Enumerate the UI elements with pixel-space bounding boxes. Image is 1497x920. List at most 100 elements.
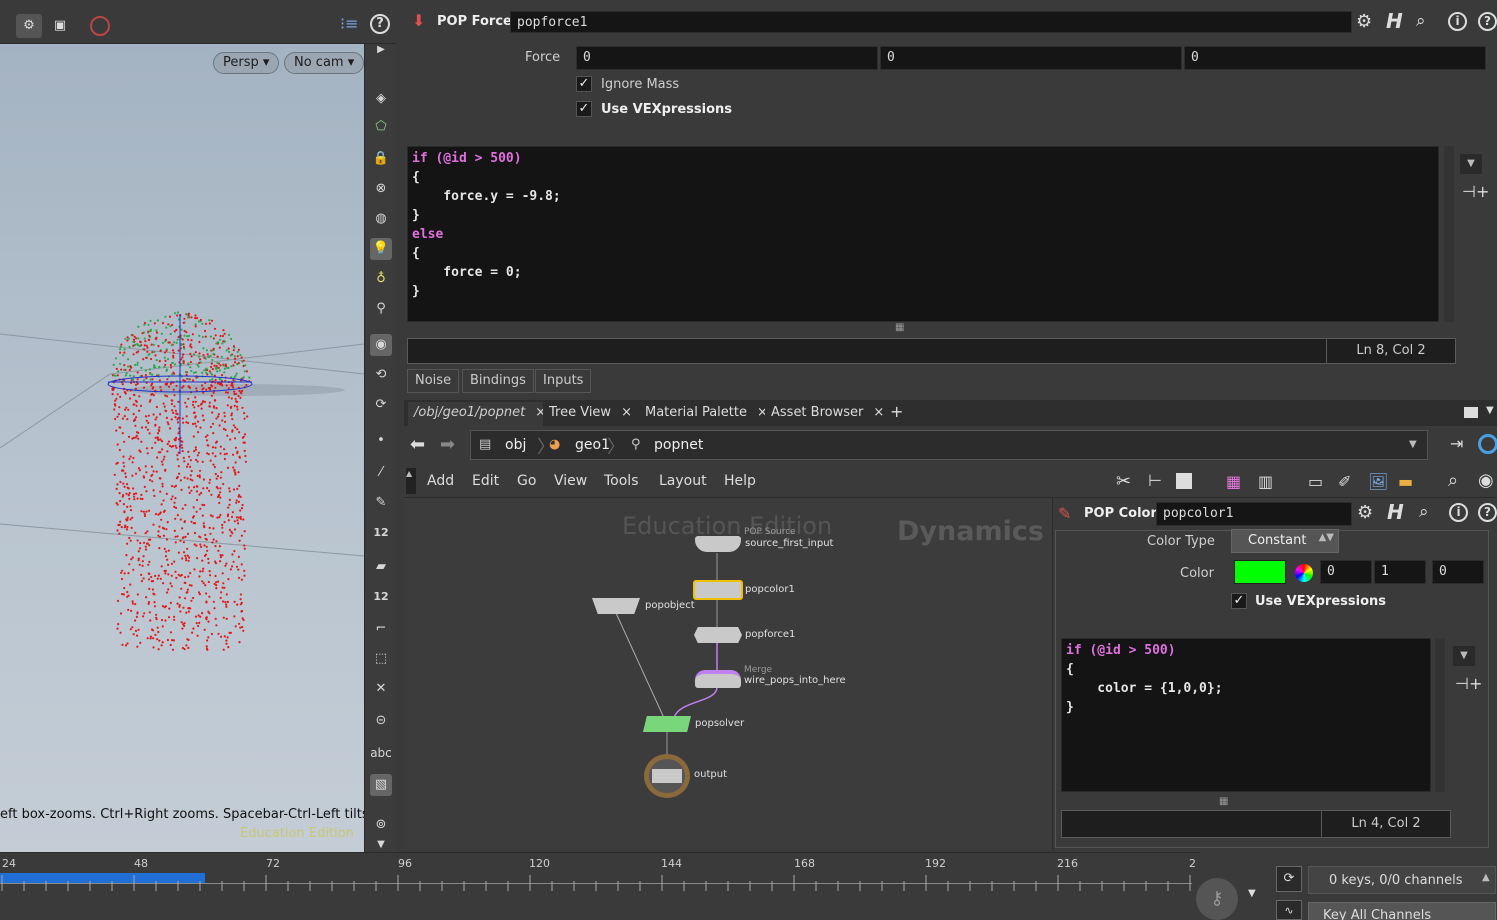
add-spare-parm-icon[interactable]: ⊣+ bbox=[1455, 674, 1482, 693]
point-numbers-icon[interactable]: 12 bbox=[370, 522, 392, 544]
help-icon[interactable]: ? bbox=[370, 14, 390, 34]
force-y-field[interactable]: 0 bbox=[880, 46, 1182, 70]
light-pin-icon[interactable]: ⚲ bbox=[370, 298, 392, 320]
tab-material-palette[interactable]: Material Palette × bbox=[639, 402, 774, 426]
code-scrollbar[interactable] bbox=[1444, 146, 1454, 322]
force-z-field[interactable]: 0 bbox=[1184, 46, 1486, 70]
tab-tree-view[interactable]: Tree View × bbox=[543, 402, 638, 426]
shading-icon[interactable]: ◍ bbox=[370, 208, 392, 230]
back-arrow-icon[interactable]: ⬅ bbox=[410, 434, 425, 455]
forward-arrow-icon[interactable]: ➡ bbox=[440, 434, 455, 455]
close-icon[interactable]: × bbox=[873, 405, 884, 420]
popforce-node[interactable] bbox=[694, 627, 742, 643]
tab-popnet[interactable]: /obj/geo1/popnet × bbox=[408, 402, 553, 426]
breadcrumb-geo1[interactable]: geo1 bbox=[575, 437, 610, 453]
force-x-field[interactable]: 0 bbox=[576, 46, 878, 70]
color-b-field[interactable]: 0 bbox=[1432, 560, 1484, 584]
menu-help[interactable]: Help bbox=[724, 473, 756, 489]
color-type-menu[interactable]: Constant ▲▼ bbox=[1231, 529, 1339, 553]
code-menu-chevron-icon[interactable]: ▼ bbox=[1453, 646, 1475, 666]
gear-icon[interactable]: ⚙ bbox=[1356, 11, 1372, 32]
shelf-arrow-icon[interactable]: ▶ bbox=[370, 44, 392, 56]
help-icon[interactable]: ? bbox=[1478, 503, 1497, 522]
menu-collapse-icon[interactable]: ▲ bbox=[406, 468, 416, 494]
paint-icon[interactable]: ▰ bbox=[370, 556, 392, 578]
node-name-field[interactable]: popforce1 bbox=[510, 11, 1352, 33]
add-tab-button[interactable]: + bbox=[884, 402, 910, 426]
vex-code-editor[interactable]: if (@id > 500) { force.y = -9.8; } else … bbox=[407, 146, 1439, 322]
close-icon[interactable]: × bbox=[621, 405, 632, 420]
color-r-field[interactable]: 0 bbox=[1320, 560, 1372, 584]
source-node[interactable] bbox=[695, 536, 741, 552]
snap-icon[interactable]: ⊚ bbox=[370, 814, 392, 836]
use-vexpressions-checkbox[interactable]: ✓ bbox=[576, 101, 592, 117]
tab-noise[interactable]: Noise bbox=[407, 369, 460, 393]
search-icon[interactable]: ⌕ bbox=[1419, 502, 1429, 522]
headlight-icon[interactable]: ♁ bbox=[370, 268, 392, 290]
vector-icon[interactable]: ✕ bbox=[370, 678, 392, 700]
keys-chevron-icon[interactable]: ▲ bbox=[1482, 872, 1490, 883]
background-image-icon[interactable]: ▧ bbox=[370, 774, 392, 796]
breadcrumb-obj[interactable]: obj bbox=[505, 437, 526, 453]
popcolor-node[interactable] bbox=[693, 580, 743, 600]
auto-key-icon[interactable]: ⟳ bbox=[1276, 866, 1302, 892]
display-options-icon[interactable]: ⁝≡ bbox=[340, 14, 359, 33]
selection-mode-icon[interactable]: ⚙ bbox=[16, 14, 42, 38]
key-menu-chevron-icon[interactable]: ▼ bbox=[1248, 888, 1256, 899]
image-icon[interactable]: 🖼 bbox=[1368, 472, 1388, 491]
scene-viewport[interactable]: Persp ▾ No cam ▾ eft box-zooms. Ctrl+Rig… bbox=[0, 44, 364, 852]
key-icon[interactable]: ⚷ bbox=[1196, 878, 1238, 920]
normal-icon[interactable]: ⁄ bbox=[370, 462, 392, 484]
code-resize-handle[interactable]: ▦ bbox=[895, 322, 904, 333]
edge-icon[interactable]: ✎ bbox=[370, 492, 392, 514]
snapshot-icon[interactable]: ▣ bbox=[50, 14, 70, 38]
color-swatch[interactable] bbox=[1234, 560, 1286, 584]
menu-edit[interactable]: Edit bbox=[472, 473, 499, 489]
list-icon[interactable] bbox=[1176, 473, 1192, 489]
search-icon[interactable]: ⌕ bbox=[1416, 11, 1426, 31]
perspective-menu-button[interactable]: Persp ▾ bbox=[213, 52, 280, 74]
ghost-icon[interactable]: ⊗ bbox=[370, 178, 392, 200]
folder-icon[interactable]: ▬ bbox=[1398, 472, 1413, 491]
merge-node[interactable] bbox=[695, 670, 741, 688]
breadcrumb-popnet[interactable]: popnet bbox=[654, 437, 703, 453]
display-list-icon[interactable]: ⊝ bbox=[370, 710, 392, 732]
layout-icon[interactable]: ▥ bbox=[1258, 472, 1273, 491]
perspective-icon[interactable]: ⟲ bbox=[370, 364, 392, 386]
link-icon[interactable] bbox=[1478, 434, 1497, 454]
menu-tools[interactable]: Tools bbox=[604, 473, 639, 489]
pin-icon[interactable]: ⇥ bbox=[1450, 434, 1463, 453]
key-all-channels-button[interactable]: Key All Channels bbox=[1308, 902, 1496, 920]
help-icon[interactable]: ? bbox=[1478, 12, 1497, 31]
orbit-icon[interactable]: ⟳ bbox=[370, 394, 392, 416]
tree-icon[interactable]: ⊢ bbox=[1148, 471, 1162, 490]
code-scrollbar[interactable] bbox=[1435, 638, 1445, 792]
bounding-box-icon[interactable]: ⬚ bbox=[370, 648, 392, 670]
timeline[interactable]: 24 48 72 96 120 144 168 192 216 2 bbox=[0, 852, 1200, 920]
pane-menu-chevron-icon[interactable]: ▼ bbox=[1486, 405, 1494, 416]
add-spare-parm-icon[interactable]: ⊣+ bbox=[1462, 182, 1489, 201]
node-name-field[interactable]: popcolor1 bbox=[1156, 502, 1352, 526]
menu-view[interactable]: View bbox=[554, 473, 587, 489]
channel-icon[interactable]: ∿ bbox=[1276, 900, 1302, 920]
gear-icon[interactable]: ⚙ bbox=[1357, 502, 1373, 523]
sticky-note-icon[interactable]: ✐ bbox=[1338, 472, 1351, 491]
network-box-icon[interactable]: ▭ bbox=[1308, 472, 1323, 491]
info-icon[interactable]: i bbox=[1449, 503, 1468, 522]
color-g-field[interactable]: 1 bbox=[1374, 560, 1426, 584]
light-icon[interactable]: 💡 bbox=[370, 238, 392, 260]
point-icon[interactable]: • bbox=[370, 430, 392, 452]
code-menu-chevron-icon[interactable]: ▼ bbox=[1460, 154, 1482, 174]
color-wheel-icon[interactable] bbox=[1295, 564, 1313, 582]
houdini-help-icon[interactable]: H bbox=[1386, 9, 1403, 33]
pane-maximize-icon[interactable] bbox=[1464, 407, 1478, 418]
menu-add[interactable]: Add bbox=[427, 473, 454, 489]
vex-code-editor[interactable]: if (@id > 500) { color = {1,0,0}; } bbox=[1061, 638, 1431, 792]
houdini-help-icon[interactable]: H bbox=[1387, 500, 1404, 524]
code-resize-handle[interactable]: ▦ bbox=[1219, 796, 1228, 807]
popsolver-node[interactable] bbox=[643, 716, 691, 732]
popobject-node[interactable] bbox=[592, 598, 640, 614]
tab-asset-browser[interactable]: Asset Browser × bbox=[765, 402, 891, 426]
tab-bindings[interactable]: Bindings bbox=[462, 369, 534, 393]
search-icon[interactable]: ⌕ bbox=[1448, 470, 1458, 491]
